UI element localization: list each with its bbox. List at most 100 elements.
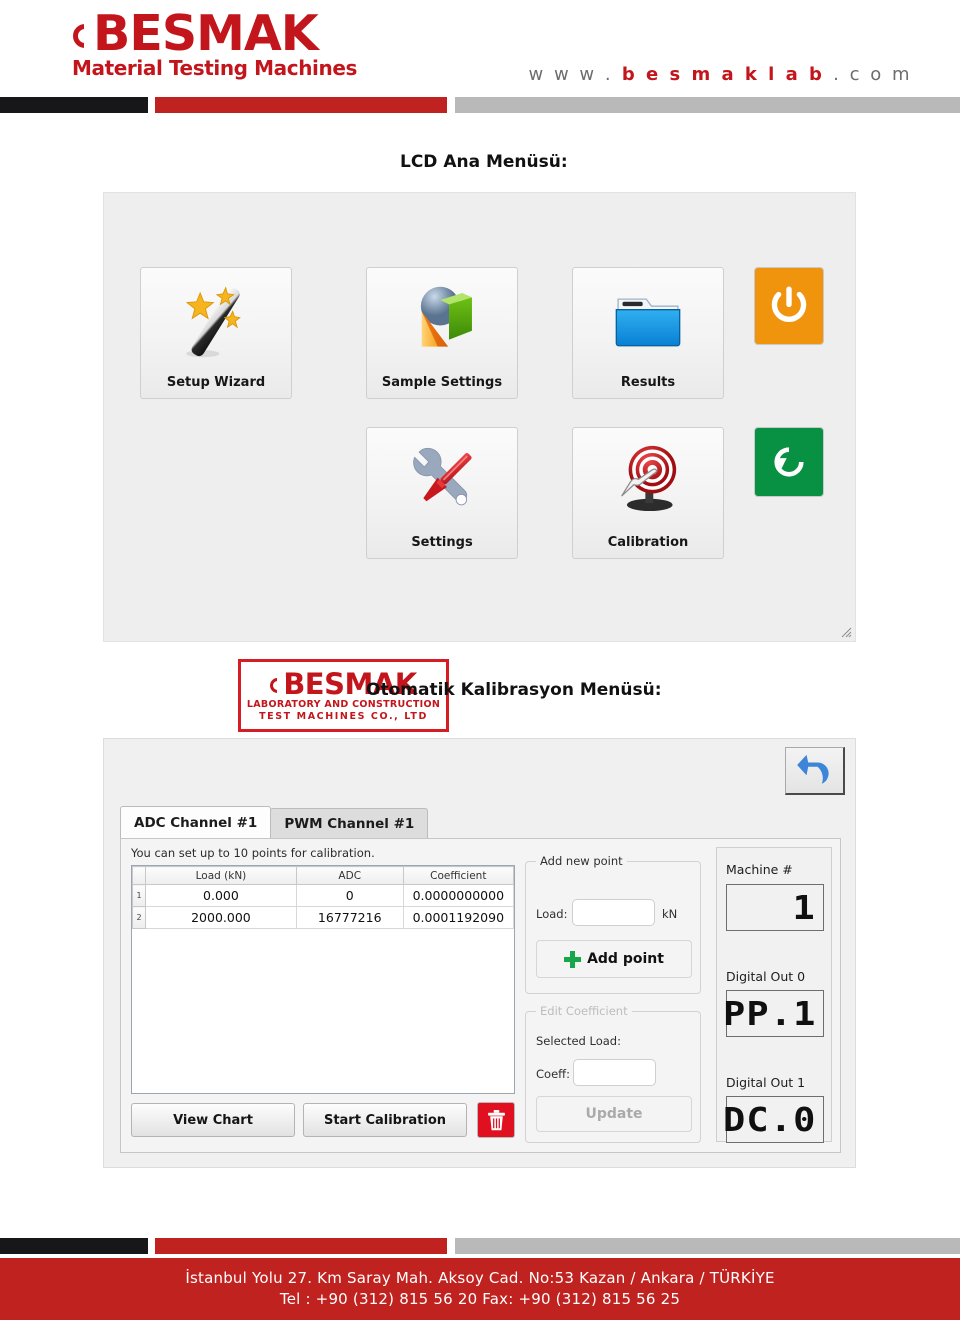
tile-calibration[interactable]: Calibration <box>572 427 724 559</box>
footer-accent-bars <box>0 1238 960 1254</box>
machine-status-panel: Machine # 1 Digital Out 0 PP.1 Digital O… <box>716 847 832 1143</box>
accent-bar-gray <box>455 97 960 113</box>
calibration-window: ADC Channel #1 PWM Channel #1 You can se… <box>103 738 856 1168</box>
table-row[interactable]: 1 0.000 0 0.0000000000 <box>132 884 515 907</box>
row-index: 1 <box>132 884 146 907</box>
brandbox-line1: LABORATORY AND CONSTRUCTION <box>246 698 441 710</box>
tile-label: Results <box>620 375 676 390</box>
tile-label: Calibration <box>607 535 689 550</box>
accent-bar-black <box>0 1238 148 1254</box>
trash-icon <box>487 1109 505 1130</box>
undo-arrow-icon <box>796 754 829 784</box>
calibration-body: You can set up to 10 points for calibrat… <box>120 838 841 1153</box>
add-new-point-title: Add new point <box>536 854 627 868</box>
lcd-main-menu-panel: Setup Wizard Sample Settings Results BES… <box>103 192 856 732</box>
tile-label: Setup Wizard <box>166 375 266 390</box>
col-load: Load (kN) <box>145 866 297 885</box>
edit-coefficient-group: Edit Coefficient Selected Load: Coeff: U… <box>525 1004 701 1143</box>
footer-address: İstanbul Yolu 27. Km Saray Mah. Aksoy Ca… <box>185 1269 775 1287</box>
col-adc: ADC <box>295 866 404 885</box>
cell-adc[interactable]: 16777216 <box>295 906 404 929</box>
logo-wordmark: BESMAK <box>72 8 332 60</box>
machine-number-display: 1 <box>726 884 824 931</box>
shapes-icon <box>367 278 517 366</box>
accent-bar-black <box>0 97 148 113</box>
page-header: BESMAK Material Testing Machines w w w .… <box>0 0 960 95</box>
update-button[interactable]: Update <box>536 1096 692 1132</box>
accent-bar-gray <box>455 1238 960 1254</box>
start-calibration-button[interactable]: Start Calibration <box>303 1103 467 1137</box>
machine-number-value: 1 <box>792 887 816 927</box>
page-footer: İstanbul Yolu 27. Km Saray Mah. Aksoy Ca… <box>0 1258 960 1320</box>
website-url: w w w . b e s m a k l a b . c o m <box>529 64 912 85</box>
delete-button[interactable] <box>477 1102 515 1138</box>
restart-icon <box>774 447 804 477</box>
resize-grip[interactable] <box>840 626 852 638</box>
calibration-heading: Otomatik Kalibrasyon Menüsü: <box>366 680 662 700</box>
digital-out-1-display: DC.0 <box>722 1096 824 1143</box>
tab-pwm-channel-1[interactable]: PWM Channel #1 <box>270 808 429 839</box>
tab-adc-channel-1[interactable]: ADC Channel #1 <box>120 806 272 839</box>
digital-out-1-label: Digital Out 1 <box>726 1075 806 1090</box>
tile-settings[interactable]: Settings <box>366 427 518 559</box>
table-header-row: Load (kN) ADC Coefficient <box>132 866 515 885</box>
digital-out-0-display: PP.1 <box>722 990 824 1037</box>
accent-bar-red <box>155 97 447 113</box>
accent-bar-red <box>155 1238 447 1254</box>
table-corner <box>132 866 146 885</box>
calibration-hint: You can set up to 10 points for calibrat… <box>131 846 375 860</box>
cell-coefficient[interactable]: 0.0000000000 <box>402 884 515 907</box>
undo-button[interactable] <box>785 747 845 795</box>
calibration-table: Load (kN) ADC Coefficient 1 0.000 0 0.00… <box>132 866 515 929</box>
plus-icon <box>564 950 582 968</box>
selected-load-label: Selected Load: <box>536 1034 621 1048</box>
gear-icon <box>270 676 287 697</box>
cell-adc[interactable]: 0 <box>295 884 404 907</box>
url-brand: b e s m a k l a b <box>613 64 834 85</box>
machine-number-label: Machine # <box>726 862 793 877</box>
table-row[interactable]: 2 2000.000 16777216 0.0001192090 <box>132 906 515 929</box>
brandbox-line2: TEST MACHINES CO., LTD <box>259 710 428 722</box>
coeff-input[interactable] <box>573 1059 656 1086</box>
footer-contact: Tel : +90 (312) 815 56 20 Fax: +90 (312)… <box>279 1290 681 1308</box>
cell-load[interactable]: 0.000 <box>145 884 297 907</box>
load-unit-label: kN <box>662 907 678 921</box>
add-point-button[interactable]: Add point <box>536 940 692 978</box>
add-point-label: Add point <box>587 951 664 967</box>
restart-button[interactable] <box>754 427 824 497</box>
tile-setup-wizard[interactable]: Setup Wizard <box>140 267 292 399</box>
view-chart-button[interactable]: View Chart <box>131 1103 295 1137</box>
coeff-field-label: Coeff: <box>536 1067 570 1081</box>
digital-out-1-value: DC.0 <box>722 1099 816 1139</box>
header-accent-bars <box>0 97 960 113</box>
tile-label: Sample Settings <box>381 375 503 390</box>
power-icon <box>771 286 807 322</box>
tools-icon <box>367 438 517 526</box>
logo-text: BESMAK <box>93 5 319 62</box>
calibration-table-wrap[interactable]: Load (kN) ADC Coefficient 1 0.000 0 0.00… <box>131 865 515 1094</box>
channel-tabs: ADC Channel #1 PWM Channel #1 <box>120 806 429 839</box>
add-new-point-group: Add new point Load: kN Add point <box>525 854 701 994</box>
load-input[interactable] <box>572 899 655 926</box>
tile-sample-settings[interactable]: Sample Settings <box>366 267 518 399</box>
digital-out-0-label: Digital Out 0 <box>726 969 806 984</box>
gear-icon <box>72 20 98 54</box>
url-suffix: . c o m <box>833 64 912 85</box>
cell-coefficient[interactable]: 0.0001192090 <box>402 906 515 929</box>
load-field-label: Load: <box>536 907 568 921</box>
cell-load[interactable]: 2000.000 <box>145 906 297 929</box>
url-prefix: w w w . <box>528 64 614 85</box>
logo-tagline: Material Testing Machines <box>72 56 358 80</box>
folder-icon <box>573 278 723 366</box>
digital-out-0-value: PP.1 <box>722 993 816 1033</box>
edit-coefficient-title: Edit Coefficient <box>536 1004 632 1018</box>
magic-wand-icon <box>141 278 291 366</box>
besmak-logo: BESMAK Material Testing Machines <box>72 8 358 88</box>
row-index: 2 <box>132 906 146 929</box>
lcd-menu-heading: LCD Ana Menüsü: <box>400 152 568 172</box>
tile-results[interactable]: Results <box>572 267 724 399</box>
tile-label: Settings <box>411 535 473 550</box>
target-icon <box>573 438 723 526</box>
col-coefficient: Coefficient <box>402 866 515 885</box>
power-button[interactable] <box>754 267 824 345</box>
